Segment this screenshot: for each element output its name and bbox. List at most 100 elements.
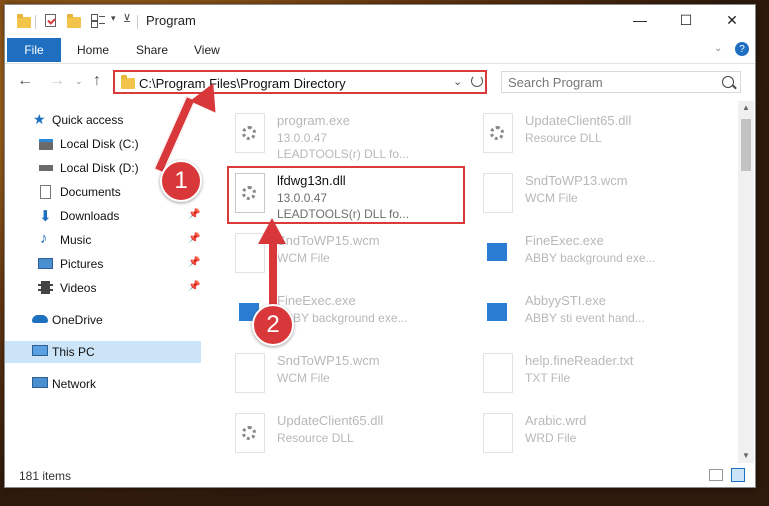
sidebar-item-pictures[interactable]: Pictures 📌 xyxy=(5,253,201,275)
file-item-program-exe[interactable]: program.exe 13.0.0.47 LEADTOOLS(r) DLL f… xyxy=(231,109,471,165)
sidebar-item-label: This PC xyxy=(52,345,95,359)
folder-icon xyxy=(17,14,31,28)
maximize-button[interactable]: ☐ xyxy=(663,5,709,35)
file-name: UpdateClient65.dll xyxy=(525,113,632,128)
ribbon: File Home Share View ⌄ ? xyxy=(5,37,755,64)
search-placeholder: Search Program xyxy=(508,75,603,90)
file-description: ABBY background exe... xyxy=(525,251,656,265)
file-version: 13.0.0.47 xyxy=(277,131,328,145)
customize-icon[interactable] xyxy=(91,14,105,28)
download-icon: ⬇ xyxy=(39,208,52,225)
file-name: UpdateClient65.dll xyxy=(277,413,384,428)
divider xyxy=(35,15,36,29)
sidebar-item-network[interactable]: Network xyxy=(5,373,201,395)
help-icon[interactable]: ? xyxy=(735,42,749,56)
sidebar-item-label: Music xyxy=(60,233,92,247)
dll-file-icon xyxy=(483,113,513,153)
scroll-thumb[interactable] xyxy=(741,119,751,171)
file-item-help-finereader-txt[interactable]: help.fineReader.txt TXT File xyxy=(479,349,719,405)
tab-share[interactable]: Share xyxy=(136,43,168,57)
file-item-sndtowp15-wcm[interactable]: SndToWP15.wcm WCM File xyxy=(231,349,471,405)
music-icon: ♪ xyxy=(40,230,48,247)
sidebar-item-label: OneDrive xyxy=(52,313,103,327)
cloud-icon xyxy=(32,315,48,323)
folder-icon xyxy=(121,75,135,89)
search-icon[interactable] xyxy=(722,76,734,88)
explorer-window: ▾ ⊻ Program ― ☐ ✕ File Home Share View ⌄… xyxy=(4,4,756,488)
file-type: WCM File xyxy=(525,191,578,205)
tab-file[interactable]: File xyxy=(7,38,61,62)
close-button[interactable]: ✕ xyxy=(709,5,755,35)
sidebar-item-videos[interactable]: Videos 📌 xyxy=(5,277,201,299)
tab-view[interactable]: View xyxy=(194,43,220,57)
pin-icon[interactable]: 📌 xyxy=(188,209,200,220)
file-description: ABBY sti event hand... xyxy=(525,311,645,325)
file-item-updateclient65-dll[interactable]: UpdateClient65.dll Resource DLL xyxy=(479,109,719,165)
sidebar-item-label: Downloads xyxy=(60,209,120,223)
recent-locations-icon[interactable]: ⌄ xyxy=(75,76,83,87)
pin-icon[interactable]: 📌 xyxy=(188,281,200,292)
item-count: 181 items xyxy=(19,469,72,483)
file-description: ABBY background exe... xyxy=(277,311,408,325)
pictures-icon xyxy=(38,258,53,269)
sidebar-item-this-pc[interactable]: This PC xyxy=(5,341,201,363)
chevron-down-icon[interactable]: ▾ xyxy=(111,13,116,24)
tab-home[interactable]: Home xyxy=(77,43,109,57)
refresh-icon[interactable] xyxy=(471,75,483,87)
sidebar-item-label: Pictures xyxy=(60,257,104,271)
quick-access-dropdown-icon[interactable]: ⊻ xyxy=(123,12,131,25)
status-bar: 181 items xyxy=(5,465,755,487)
file-type: TXT File xyxy=(525,371,571,385)
application-icon xyxy=(483,293,513,333)
annotation-badge-1: 1 xyxy=(160,160,202,202)
minimize-button[interactable]: ― xyxy=(617,5,663,35)
file-name: program.exe xyxy=(277,113,350,128)
tiles-view-icon[interactable] xyxy=(731,468,745,482)
vertical-scrollbar[interactable]: ▲ ▼ xyxy=(738,101,754,463)
wcm-file-icon xyxy=(235,353,265,393)
sidebar-item-label: Local Disk (C:) xyxy=(60,137,139,151)
pin-icon[interactable]: 📌 xyxy=(188,233,200,244)
file-type: WCM File xyxy=(277,371,330,385)
txt-file-icon xyxy=(483,353,513,393)
file-name: SndToWP13.wcm xyxy=(525,173,628,188)
pin-icon[interactable]: 📌 xyxy=(188,257,200,268)
sidebar-item-music[interactable]: ♪ Music 📌 xyxy=(5,229,201,251)
annotation-badge-2: 2 xyxy=(252,304,294,346)
file-item-arabic-wrd[interactable]: Arabic.wrd WRD File xyxy=(479,409,719,463)
chevron-down-icon[interactable]: ⌄ xyxy=(714,43,722,54)
file-item-fineexec-exe[interactable]: FineExec.exe ABBY background exe... xyxy=(479,229,719,285)
scroll-up-icon[interactable]: ▲ xyxy=(742,103,750,112)
file-item-updateclient65-dll[interactable]: UpdateClient65.dll Resource DLL xyxy=(231,409,471,463)
wrd-file-icon xyxy=(483,413,513,453)
up-icon[interactable]: ↑ xyxy=(93,72,101,90)
file-type: Resource DLL xyxy=(525,131,602,145)
file-type: Resource DLL xyxy=(277,431,354,445)
file-item-sndtowp13-wcm[interactable]: SndToWP13.wcm WCM File xyxy=(479,169,719,225)
file-item-abbyysti-exe[interactable]: AbbyySTI.exe ABBY sti event hand... xyxy=(479,289,719,345)
sidebar-item-label: Videos xyxy=(60,281,97,295)
file-name: Arabic.wrd xyxy=(525,413,587,428)
sidebar-item-downloads[interactable]: ⬇ Downloads 📌 xyxy=(5,205,201,227)
new-folder-icon[interactable] xyxy=(67,14,81,28)
drive-icon xyxy=(39,139,53,150)
sidebar-item-label: Quick access xyxy=(52,113,124,127)
star-icon: ★ xyxy=(33,111,46,127)
file-description: LEADTOOLS(r) DLL fo... xyxy=(277,147,410,161)
sidebar-item-onedrive[interactable]: OneDrive xyxy=(5,309,201,331)
documents-icon xyxy=(40,185,51,199)
navigation-bar: ← → ⌄ ↑ C:\Program Files\Program Directo… xyxy=(5,64,755,100)
exe-file-icon xyxy=(235,113,265,153)
annotation-arrow-2 xyxy=(268,238,278,310)
address-bar[interactable]: C:\Program Files\Program Directory ⌄ xyxy=(113,70,487,94)
file-type: WCM File xyxy=(277,251,330,265)
title-bar: ▾ ⊻ Program ― ☐ ✕ xyxy=(5,5,755,37)
chevron-down-icon[interactable]: ⌄ xyxy=(453,75,462,88)
details-view-icon[interactable] xyxy=(709,469,723,481)
properties-icon[interactable] xyxy=(45,14,56,27)
forward-icon[interactable]: → xyxy=(49,72,65,90)
scroll-down-icon[interactable]: ▼ xyxy=(742,451,750,460)
file-name: SndToWP15.wcm xyxy=(277,353,380,368)
back-icon[interactable]: ← xyxy=(17,72,33,90)
search-input[interactable]: Search Program xyxy=(501,71,741,93)
